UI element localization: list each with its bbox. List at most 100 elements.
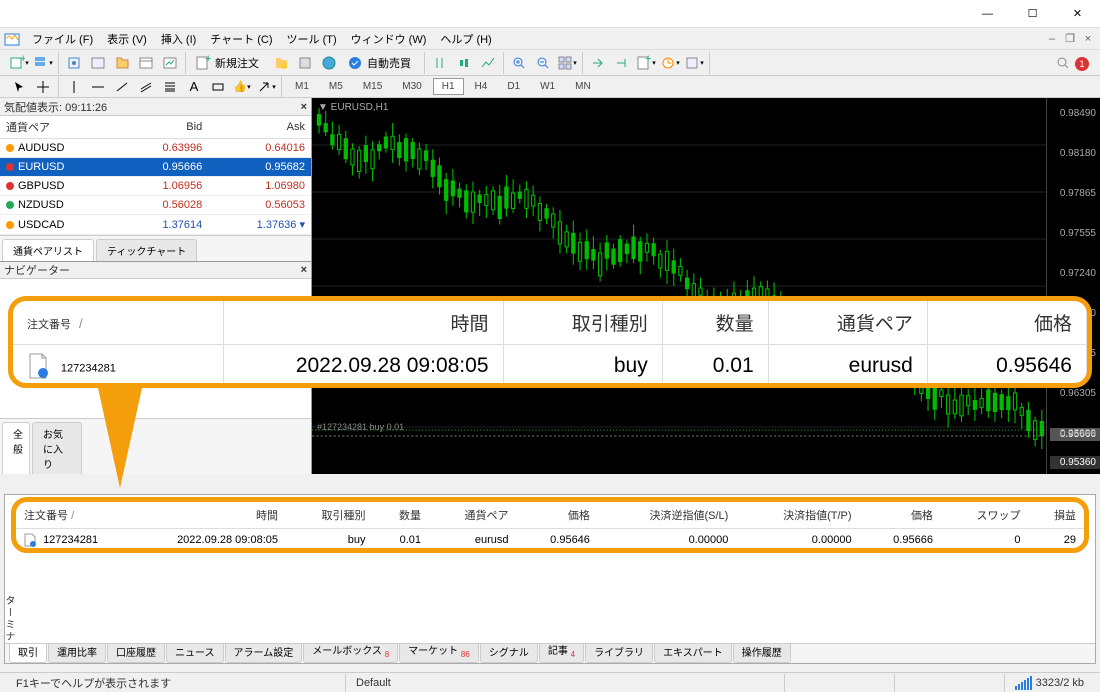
tile-windows-button[interactable]: ▾ [556,52,578,74]
terminal-tab[interactable]: シグナル [480,643,538,663]
thumbs-tool[interactable]: 👍▾ [231,76,253,98]
profiles-button[interactable]: ▾ [32,52,54,74]
autoscroll-button[interactable] [587,52,609,74]
window-close-button[interactable]: ✕ [1055,0,1100,28]
timeframe-h1[interactable]: H1 [433,78,464,95]
mw-row-audusd[interactable]: AUDUSD0.639960.64016 [0,139,311,158]
chart-shift-button[interactable] [611,52,633,74]
mw-row-eurusd[interactable]: EURUSD0.956660.95682 [0,158,311,177]
menu-insert[interactable]: 挿入 (I) [155,29,202,49]
terminal-tab[interactable]: マーケット 86 [399,643,479,663]
th-price[interactable]: 価格 [517,502,598,529]
zoom-out-button[interactable] [532,52,554,74]
mw-row-gbpusd[interactable]: GBPUSD1.069561.06980 [0,177,311,196]
menu-window[interactable]: ウィンドウ (W) [345,29,433,49]
th-symbol[interactable]: 通貨ペア [429,502,517,529]
mw-tab-list[interactable]: 通貨ペアリスト [2,239,94,261]
fibo-tool[interactable] [159,76,181,98]
expert-button[interactable] [318,52,340,74]
equidistant-tool[interactable] [135,76,157,98]
th-time[interactable]: 時間 [136,502,286,529]
timeframe-m30[interactable]: M30 [393,78,430,95]
window-minimize-button[interactable]: — [965,0,1010,28]
terminal-tab[interactable]: エキスパート [654,643,732,663]
data-window-button[interactable] [87,52,109,74]
timeframe-mn[interactable]: MN [566,78,600,95]
arrows-tool[interactable]: ▾ [255,76,277,98]
th-swap[interactable]: スワップ [941,502,1029,529]
timeframe-m15[interactable]: M15 [354,78,391,95]
mw-tab-tick[interactable]: ティックチャート [96,239,197,261]
new-order-button[interactable]: + 新規注文 [190,52,268,74]
timeframe-m1[interactable]: M1 [286,78,318,95]
th-type[interactable]: 取引種別 [286,502,374,529]
terminal-tab[interactable]: ライブラリ [585,643,653,663]
search-button[interactable] [1052,52,1074,74]
timeframe-w1[interactable]: W1 [531,78,564,95]
strategy-tester-button[interactable] [159,52,181,74]
terminal-tab[interactable]: 運用比率 [48,643,106,663]
menu-view[interactable]: 表示 (V) [101,29,153,49]
terminal-tab[interactable]: 取引 [9,643,47,663]
menu-chart[interactable]: チャート (C) [204,29,278,49]
terminal-tab[interactable]: 口座履歴 [107,643,165,663]
mw-col-ask[interactable]: Ask [208,116,311,139]
th-price2[interactable]: 価格 [860,502,941,529]
market-watch-tabs: 通貨ペアリスト ティックチャート [0,235,311,261]
navigator-button[interactable] [111,52,133,74]
hline-tool[interactable] [87,76,109,98]
mw-col-symbol[interactable]: 通貨ペア [0,116,120,139]
zoom-in-button[interactable] [508,52,530,74]
menu-tool[interactable]: ツール (T) [281,29,343,49]
crosshair-tool[interactable] [32,76,54,98]
timeframe-d1[interactable]: D1 [498,78,529,95]
cursor-tool[interactable] [8,76,30,98]
timeframe-m5[interactable]: M5 [320,78,352,95]
periods-button[interactable]: ▾ [659,52,681,74]
autotrade-button[interactable]: 自動売買 [342,52,420,74]
mw-row-nzdusd[interactable]: NZDUSD0.560280.56053 [0,196,311,215]
navigator-close-icon[interactable]: × [301,264,307,276]
new-chart-button[interactable]: +▾ [8,52,30,74]
market-watch-button[interactable] [63,52,85,74]
terminal-tab[interactable]: 記事 4 [539,643,584,663]
line-chart-button[interactable] [477,52,499,74]
mdi-minimize-button[interactable]: – [1044,32,1060,46]
menu-help[interactable]: ヘルプ (H) [434,29,497,49]
text-tool[interactable]: A [183,76,205,98]
label-tool[interactable] [207,76,229,98]
terminal-tab[interactable]: メールボックス 8 [303,643,398,663]
indicators-button[interactable]: +▾ [635,52,657,74]
terminal-tab[interactable]: ニュース [166,643,224,663]
trendline-tool[interactable] [111,76,133,98]
th-vol[interactable]: 数量 [374,502,429,529]
nav-tab-fav[interactable]: お気に入り [32,422,82,474]
mdi-restore-button[interactable]: ❐ [1062,32,1078,46]
options-button[interactable] [294,52,316,74]
th-sl[interactable]: 決済逆指値(S/L) [598,502,736,529]
terminal-row[interactable]: 127234281 2022.09.28 09:08:05 buy 0.01 e… [16,529,1084,552]
terminal-button[interactable] [135,52,157,74]
mdi-close-button[interactable]: × [1080,32,1096,46]
terminal-tab[interactable]: 操作履歴 [733,643,791,663]
candle-chart-button[interactable] [453,52,475,74]
chart-title: ▼ EURUSD,H1 [318,102,388,113]
notifications-button[interactable]: 1 [1074,52,1096,74]
th-tp[interactable]: 決済指値(T/P) [736,502,859,529]
templates-button[interactable]: ▾ [683,52,705,74]
timeframe-h4[interactable]: H4 [466,78,497,95]
mw-row-usdcad[interactable]: USDCAD1.376141.37636 ▾ [0,215,311,235]
window-maximize-button[interactable]: ☐ [1010,0,1055,28]
chart-area[interactable]: ▼ EURUSD,H1 #127234281 buy 0.01 0.95666 … [312,98,1100,474]
mw-col-bid[interactable]: Bid [120,116,208,139]
metaeditor-button[interactable] [270,52,292,74]
terminal-tab[interactable]: アラーム設定 [225,643,303,663]
th-profit[interactable]: 損益 [1028,502,1084,529]
menu-file[interactable]: ファイル (F) [26,29,99,49]
vline-tool[interactable] [63,76,85,98]
bar-chart-button[interactable] [429,52,451,74]
market-watch-close-icon[interactable]: × [301,101,307,113]
th-order[interactable]: 注文番号 / [16,502,136,529]
status-connection[interactable]: 3323/2 kb [1005,674,1094,692]
nav-tab-all[interactable]: 全般 [2,422,30,474]
